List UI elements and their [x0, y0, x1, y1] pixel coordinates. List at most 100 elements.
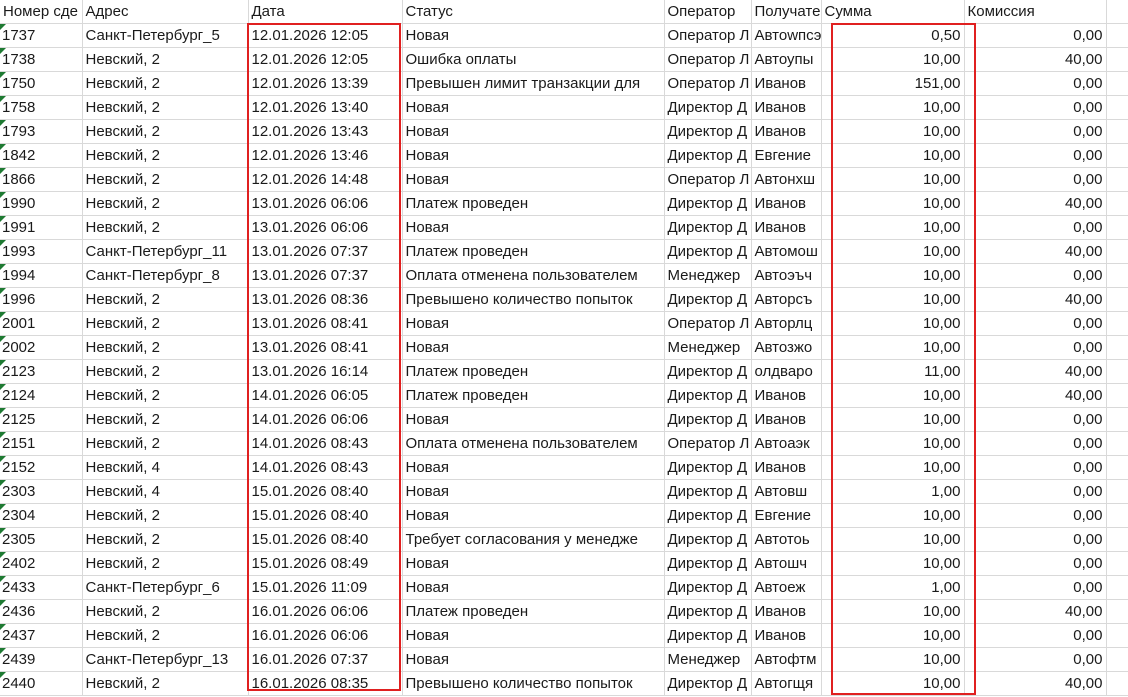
cell-empty[interactable] — [1106, 527, 1128, 552]
cell-empty[interactable] — [1106, 47, 1128, 72]
cell-amount[interactable]: 10,00 — [821, 335, 965, 360]
cell-recipient[interactable]: Иванов — [751, 599, 822, 624]
cell-recipient[interactable]: Иванов — [751, 623, 822, 648]
cell-amount[interactable]: 10,00 — [821, 263, 965, 288]
cell-amount[interactable]: 10,00 — [821, 503, 965, 528]
cell-empty[interactable] — [1106, 191, 1128, 216]
cell-operator[interactable]: Оператор Л — [664, 431, 752, 456]
cell-amount[interactable]: 10,00 — [821, 671, 965, 696]
cell-operator[interactable]: Оператор Л — [664, 71, 752, 96]
cell-address[interactable]: Невский, 2 — [82, 527, 249, 552]
cell-commission[interactable]: 0,00 — [964, 71, 1107, 96]
cell-date[interactable]: 13.01.2026 06:06 — [248, 191, 403, 216]
cell-id[interactable]: 1842 — [0, 143, 83, 168]
cell-address[interactable]: Невский, 2 — [82, 191, 249, 216]
cell-address[interactable]: Невский, 2 — [82, 287, 249, 312]
cell-amount[interactable]: 10,00 — [821, 383, 965, 408]
cell-commission[interactable]: 0,00 — [964, 623, 1107, 648]
cell-empty[interactable] — [1106, 431, 1128, 456]
cell-commission[interactable]: 0,00 — [964, 647, 1107, 672]
cell-date[interactable]: 15.01.2026 08:40 — [248, 503, 403, 528]
cell-empty[interactable] — [1106, 167, 1128, 192]
cell-status[interactable]: Новая — [402, 575, 665, 600]
cell-commission[interactable]: 40,00 — [964, 599, 1107, 624]
cell-recipient[interactable]: Автовш — [751, 479, 822, 504]
cell-operator[interactable]: Директор Д — [664, 527, 752, 552]
cell-empty[interactable] — [1106, 119, 1128, 144]
cell-operator[interactable]: Директор Д — [664, 359, 752, 384]
cell-date[interactable]: 14.01.2026 08:43 — [248, 455, 403, 480]
cell-status[interactable]: Новая — [402, 311, 665, 336]
cell-commission[interactable]: 0,00 — [964, 311, 1107, 336]
cell-id[interactable]: 1793 — [0, 119, 83, 144]
cell-address[interactable]: Санкт-Петербург_5 — [82, 23, 249, 48]
cell-date[interactable]: 14.01.2026 08:43 — [248, 431, 403, 456]
cell-commission[interactable]: 40,00 — [964, 191, 1107, 216]
cell-recipient[interactable]: Иванов — [751, 95, 822, 120]
cell-id[interactable]: 2303 — [0, 479, 83, 504]
cell-status[interactable]: Платеж проведен — [402, 599, 665, 624]
cell-date[interactable]: 13.01.2026 08:36 — [248, 287, 403, 312]
cell-date[interactable]: 15.01.2026 11:09 — [248, 575, 403, 600]
cell-address[interactable]: Невский, 2 — [82, 503, 249, 528]
cell-id[interactable]: 1994 — [0, 263, 83, 288]
cell-amount[interactable]: 10,00 — [821, 455, 965, 480]
cell-status[interactable]: Новая — [402, 95, 665, 120]
cell-commission[interactable]: 0,00 — [964, 335, 1107, 360]
cell-amount[interactable]: 10,00 — [821, 623, 965, 648]
cell-recipient[interactable]: Автотоь — [751, 527, 822, 552]
cell-status[interactable]: Новая — [402, 503, 665, 528]
cell-amount[interactable]: 10,00 — [821, 407, 965, 432]
cell-status[interactable]: Новая — [402, 119, 665, 144]
cell-date[interactable]: 14.01.2026 06:06 — [248, 407, 403, 432]
cell-commission[interactable]: 40,00 — [964, 359, 1107, 384]
cell-recipient[interactable]: Авторсъ — [751, 287, 822, 312]
cell-operator[interactable]: Директор Д — [664, 143, 752, 168]
header-cell-status[interactable]: Статус — [402, 0, 665, 24]
cell-recipient[interactable]: Иванов — [751, 215, 822, 240]
cell-status[interactable]: Новая — [402, 623, 665, 648]
cell-id[interactable]: 2304 — [0, 503, 83, 528]
cell-address[interactable]: Невский, 2 — [82, 95, 249, 120]
cell-commission[interactable]: 40,00 — [964, 239, 1107, 264]
cell-date[interactable]: 13.01.2026 08:41 — [248, 311, 403, 336]
cell-empty[interactable] — [1106, 575, 1128, 600]
cell-recipient[interactable]: Автогщя — [751, 671, 822, 696]
cell-amount[interactable]: 10,00 — [821, 647, 965, 672]
cell-date[interactable]: 13.01.2026 07:37 — [248, 239, 403, 264]
cell-address[interactable]: Невский, 2 — [82, 47, 249, 72]
cell-commission[interactable]: 0,00 — [964, 119, 1107, 144]
cell-date[interactable]: 12.01.2026 12:05 — [248, 23, 403, 48]
cell-operator[interactable]: Директор Д — [664, 455, 752, 480]
cell-operator[interactable]: Директор Д — [664, 407, 752, 432]
cell-recipient[interactable]: Евгение — [751, 143, 822, 168]
cell-id[interactable]: 1996 — [0, 287, 83, 312]
cell-address[interactable]: Невский, 2 — [82, 431, 249, 456]
cell-commission[interactable]: 40,00 — [964, 671, 1107, 696]
cell-recipient[interactable]: олдваро — [751, 359, 822, 384]
cell-amount[interactable]: 10,00 — [821, 239, 965, 264]
cell-recipient[interactable]: Автоwпсэ — [751, 23, 822, 48]
cell-operator[interactable]: Директор Д — [664, 671, 752, 696]
cell-recipient[interactable]: Иванов — [751, 383, 822, 408]
cell-empty[interactable] — [1106, 263, 1128, 288]
cell-address[interactable]: Невский, 4 — [82, 455, 249, 480]
header-cell-date[interactable]: Дата — [248, 0, 403, 24]
cell-operator[interactable]: Директор Д — [664, 551, 752, 576]
cell-date[interactable]: 12.01.2026 13:40 — [248, 95, 403, 120]
cell-operator[interactable]: Директор Д — [664, 287, 752, 312]
cell-date[interactable]: 13.01.2026 06:06 — [248, 215, 403, 240]
cell-empty[interactable] — [1106, 503, 1128, 528]
cell-address[interactable]: Невский, 2 — [82, 335, 249, 360]
cell-date[interactable]: 12.01.2026 12:05 — [248, 47, 403, 72]
cell-date[interactable]: 12.01.2026 13:46 — [248, 143, 403, 168]
cell-id[interactable]: 2439 — [0, 647, 83, 672]
cell-commission[interactable]: 0,00 — [964, 263, 1107, 288]
cell-operator[interactable]: Менеджер — [664, 263, 752, 288]
header-cell-id[interactable]: Номер сде — [0, 0, 83, 24]
cell-operator[interactable]: Директор Д — [664, 95, 752, 120]
cell-amount[interactable]: 10,00 — [821, 527, 965, 552]
cell-amount[interactable]: 1,00 — [821, 575, 965, 600]
cell-id[interactable]: 2436 — [0, 599, 83, 624]
cell-status[interactable]: Новая — [402, 407, 665, 432]
